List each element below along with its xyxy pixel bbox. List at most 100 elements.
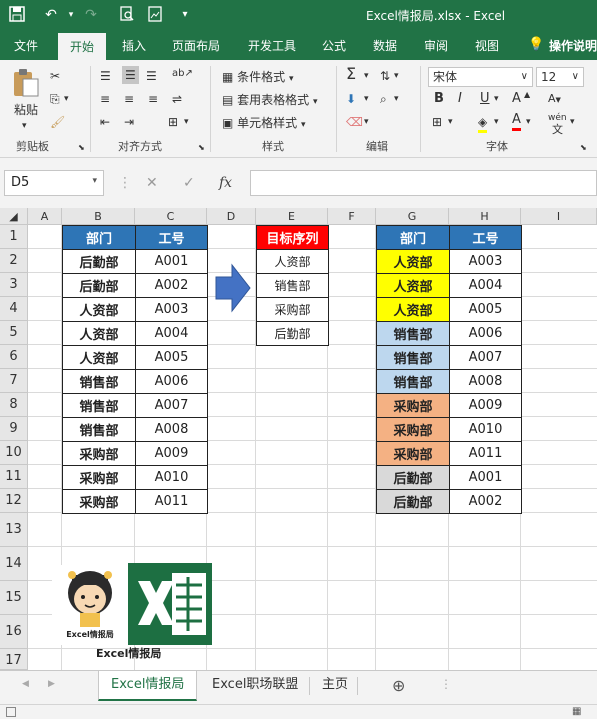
table1-dept-cell[interactable]: 后勤部 (62, 273, 136, 298)
table1-id-cell[interactable]: A001 (135, 249, 208, 274)
customize-toolbar-icon[interactable]: ▾ (176, 6, 194, 24)
row-header-8[interactable]: 8 (0, 393, 28, 417)
font-size-select[interactable]: 12 ∨ (536, 67, 584, 87)
table2-id-cell[interactable]: A004 (449, 273, 522, 298)
cell-styles-button[interactable]: ▣ 单元格样式 ▾ (222, 115, 306, 133)
tab-formulas[interactable]: 公式 (322, 37, 346, 54)
tab-home[interactable]: 开始 (58, 33, 107, 60)
italic-button[interactable]: I (458, 91, 462, 107)
col-header-e[interactable]: E (256, 208, 328, 225)
table1-id-cell[interactable]: A007 (135, 393, 208, 418)
table2-header-id[interactable]: 工号 (449, 225, 522, 250)
paste-dropdown-icon[interactable]: ▾ (22, 118, 27, 134)
table2-id-cell[interactable]: A007 (449, 345, 522, 370)
row-header-7[interactable]: 7 (0, 369, 28, 393)
table1-dept-cell[interactable]: 销售部 (62, 417, 136, 442)
table2-id-cell[interactable]: A003 (449, 249, 522, 274)
tab-view[interactable]: 视图 (475, 37, 499, 54)
table1-dept-cell[interactable]: 采购部 (62, 489, 136, 514)
table2-dept-cell[interactable]: 人资部 (376, 249, 450, 274)
scroll-separator-icon[interactable]: ⋮ (440, 677, 452, 691)
wrap-text-icon[interactable]: ⇌ (172, 91, 182, 107)
merge-dropdown-icon[interactable]: ▾ (184, 114, 189, 130)
file-image-icon[interactable] (146, 6, 164, 24)
row-header-17[interactable]: 17 (0, 649, 28, 670)
row-header-3[interactable]: 3 (0, 273, 28, 297)
select-all-corner[interactable]: ◢ (0, 208, 28, 225)
col-header-g[interactable]: G (376, 208, 449, 225)
target-item[interactable]: 销售部 (256, 273, 329, 298)
conditional-format-button[interactable]: ▦ 条件格式 ▾ (222, 69, 294, 87)
merge-center-icon[interactable]: ⊞ (168, 114, 178, 130)
formula-input[interactable] (250, 170, 597, 196)
undo-icon[interactable]: ↶ (42, 6, 60, 24)
align-middle-icon[interactable]: ☰ (122, 66, 139, 84)
col-header-h[interactable]: H (449, 208, 521, 225)
lightbulb-icon[interactable]: 💡 (528, 37, 544, 52)
table1-id-cell[interactable]: A002 (135, 273, 208, 298)
row-header-4[interactable]: 4 (0, 297, 28, 321)
orientation-icon[interactable]: ab↗ (172, 66, 193, 82)
row-header-16[interactable]: 16 (0, 615, 28, 649)
target-item[interactable]: 人资部 (256, 249, 329, 274)
border-icon[interactable]: ⊞ (432, 114, 442, 130)
underline-dropdown-icon[interactable]: ▾ (494, 91, 499, 107)
font-grow-button[interactable]: A (512, 91, 521, 107)
col-header-i[interactable]: I (521, 208, 597, 225)
row-header-6[interactable]: 6 (0, 345, 28, 369)
table2-id-cell[interactable]: A002 (449, 489, 522, 514)
table2-id-cell[interactable]: A001 (449, 465, 522, 490)
align-top-icon[interactable]: ☰ (100, 68, 111, 84)
col-header-b[interactable]: B (62, 208, 135, 225)
table2-id-cell[interactable]: A005 (449, 297, 522, 322)
clear-icon[interactable]: ⌫ (346, 114, 363, 130)
increase-indent-icon[interactable]: ⇥ (124, 114, 134, 130)
row-header-10[interactable]: 10 (0, 441, 28, 465)
table2-dept-cell[interactable]: 销售部 (376, 369, 450, 394)
col-header-d[interactable]: D (207, 208, 256, 225)
table2-id-cell[interactable]: A009 (449, 393, 522, 418)
table1-id-cell[interactable]: A003 (135, 297, 208, 322)
worksheet-grid[interactable]: ◢ A B C D E F G H I 1 2 3 4 5 6 7 8 9 10… (0, 208, 597, 670)
col-header-f[interactable]: F (328, 208, 376, 225)
table1-header-id[interactable]: 工号 (135, 225, 208, 250)
format-painter-icon[interactable]: 🖌 (50, 114, 65, 130)
insert-function-icon[interactable]: fx (219, 175, 232, 191)
copy-dropdown-icon[interactable]: ▾ (64, 91, 69, 107)
table2-id-cell[interactable]: A006 (449, 321, 522, 346)
table2-dept-cell[interactable]: 人资部 (376, 297, 450, 322)
font-launcher-icon[interactable]: ⬊ (580, 140, 587, 156)
tell-me-search[interactable]: 操作说明 (549, 37, 597, 54)
row-header-1[interactable]: 1 (0, 225, 28, 249)
fill-color-icon[interactable]: ◈ (478, 114, 488, 133)
find-select-icon[interactable]: ⌕ (380, 91, 387, 107)
row-header-12[interactable]: 12 (0, 489, 28, 513)
save-icon[interactable] (8, 6, 26, 24)
target-item[interactable]: 采购部 (256, 297, 329, 322)
sheet-tab[interactable]: 主页 (310, 671, 360, 701)
cut-icon[interactable]: ✂ (50, 68, 60, 84)
prev-sheet-icon[interactable]: ◀ (22, 679, 29, 689)
table2-dept-cell[interactable]: 采购部 (376, 417, 450, 442)
sheet-tab[interactable]: Excel职场联盟 (200, 671, 310, 701)
row-header-13[interactable]: 13 (0, 513, 28, 547)
table2-id-cell[interactable]: A011 (449, 441, 522, 466)
alignment-launcher-icon[interactable]: ⬊ (198, 140, 205, 156)
table1-dept-cell[interactable]: 人资部 (62, 321, 136, 346)
find-select-dropdown-icon[interactable]: ▾ (394, 91, 399, 107)
tab-file[interactable]: 文件 (14, 37, 38, 54)
table2-dept-cell[interactable]: 后勤部 (376, 489, 450, 514)
align-bottom-icon[interactable]: ☰ (146, 68, 157, 84)
sort-filter-dropdown-icon[interactable]: ▾ (394, 68, 399, 84)
phonetic-dropdown-icon[interactable]: ▾ (570, 114, 575, 130)
table1-dept-cell[interactable]: 后勤部 (62, 249, 136, 274)
row-header-9[interactable]: 9 (0, 417, 28, 441)
name-box[interactable]: D5 ▾ (4, 170, 104, 196)
col-header-a[interactable]: A (28, 208, 62, 225)
table1-id-cell[interactable]: A005 (135, 345, 208, 370)
table2-dept-cell[interactable]: 采购部 (376, 393, 450, 418)
enter-icon[interactable]: ✓ (183, 175, 195, 191)
decrease-indent-icon[interactable]: ⇤ (100, 114, 110, 130)
paste-button[interactable] (12, 68, 40, 102)
table1-id-cell[interactable]: A011 (135, 489, 208, 514)
